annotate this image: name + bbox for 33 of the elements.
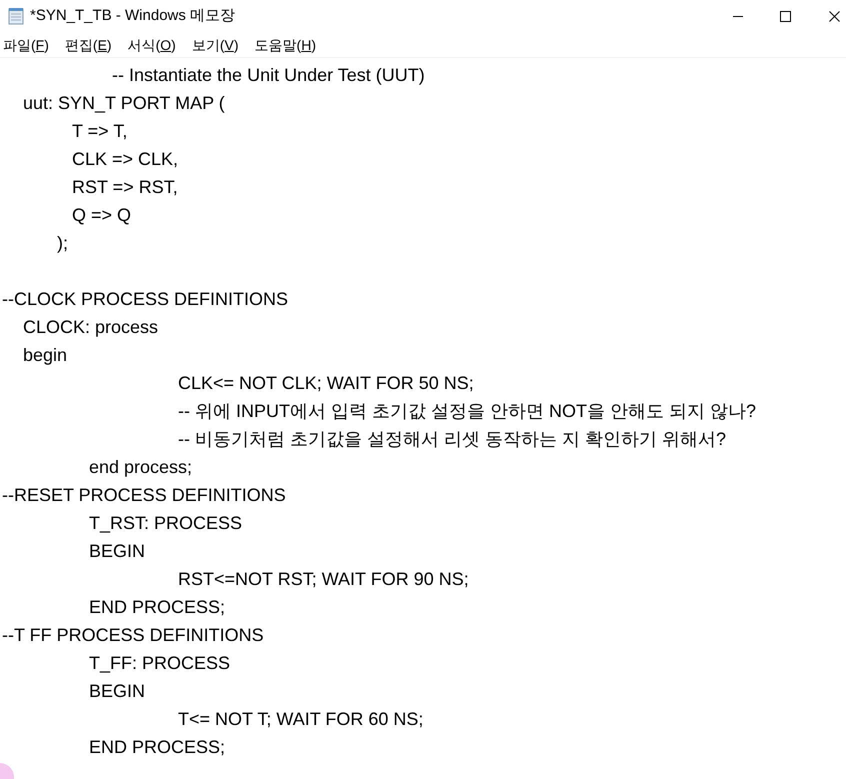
code-line: -- 위에 INPUT에서 입력 초기값 설정을 안하면 NOT을 안해도 되지 않나? — [178, 401, 756, 421]
code-line: begin — [23, 345, 68, 365]
menu-item[interactable]: 편집(E) — [64, 34, 112, 54]
code-line: T<= NOT T; WAIT FOR 60 NS; — [178, 709, 424, 729]
code-line: -- 비동기처럼 초기값을 설정해서 리셋 동작하는 지 확인하기 위해서? — [178, 429, 726, 449]
menu-item[interactable]: 서식(O) — [128, 34, 176, 54]
code-line: CLK<= NOT CLK; WAIT FOR 50 NS; — [178, 373, 474, 393]
code-line: END PROCESS; — [89, 597, 226, 617]
code-line: --RESET PROCESS DEFINITIONS — [2, 485, 286, 505]
code-line: end process; — [89, 457, 192, 477]
code-line: --T FF PROCESS DEFINITIONS — [2, 625, 264, 645]
code-line: RST<=NOT RST; WAIT FOR 90 NS; — [178, 569, 469, 589]
code-line: RST => RST, — [72, 177, 178, 197]
code-line: uut: SYN_T PORT MAP ( — [23, 93, 225, 113]
notepad-icon — [7, 7, 25, 25]
code-line: T => T, — [72, 121, 128, 141]
code-line: BEGIN — [89, 541, 146, 561]
code-line: END PROCESS; — [89, 737, 226, 757]
code-line: --CLOCK PROCESS DEFINITIONS — [2, 289, 288, 309]
maximize-icon — [780, 10, 791, 22]
code-line: -- Instantiate the Unit Under Test (UUT) — [112, 65, 425, 85]
code-line: CLOCK: process — [23, 317, 158, 337]
code-line: Q => Q — [72, 205, 132, 225]
close-icon — [829, 10, 840, 22]
code-line: T_RST: PROCESS — [89, 513, 242, 533]
code-line: ); — [57, 233, 68, 253]
menu-item[interactable]: 보기(V) — [192, 34, 239, 54]
code-line: BEGIN — [89, 681, 146, 701]
window-title: *SYN_T_TB - Windows 메모장 — [30, 6, 236, 26]
menu-item[interactable]: 파일(F) — [3, 34, 49, 54]
code-line: T_FF: PROCESS — [89, 653, 230, 673]
code-line: CLK => CLK, — [72, 149, 178, 169]
menu-item[interactable]: 도움말(H) — [254, 34, 316, 54]
